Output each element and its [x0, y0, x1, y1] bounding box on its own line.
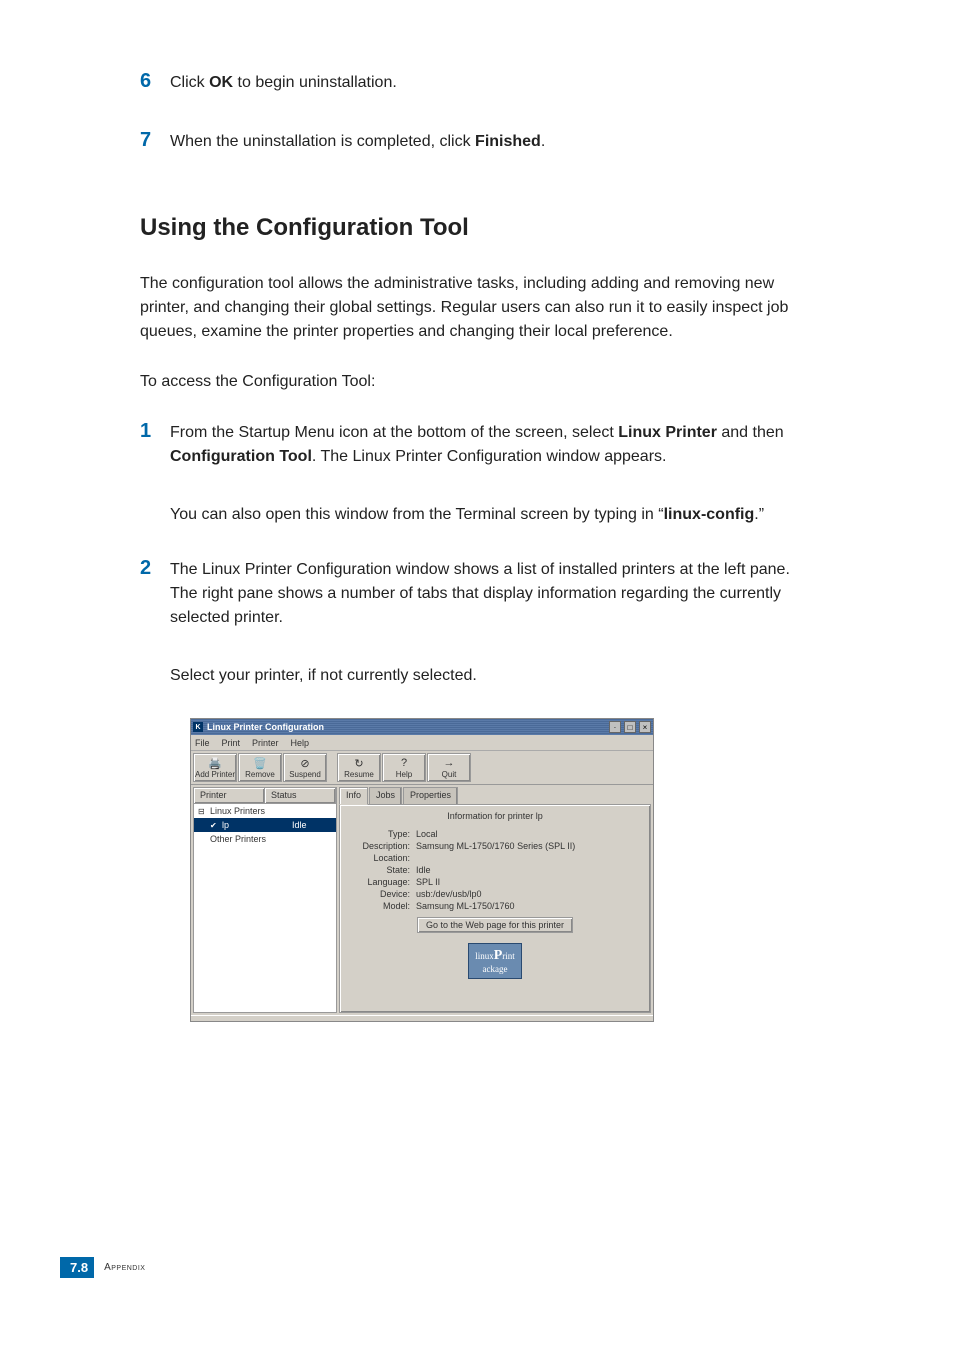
- info-label: Location:: [346, 853, 416, 863]
- step-text: Click OK to begin uninstallation.: [170, 71, 397, 95]
- info-label: Type:: [346, 829, 416, 839]
- printer-tree-pane: PrinterStatus ⊟Linux Printers✔lpIdleOthe…: [193, 787, 337, 1013]
- toolbar-remove-button[interactable]: 🗑️Remove: [238, 753, 282, 782]
- info-heading: Information for printer lp: [346, 811, 644, 821]
- info-label: Language:: [346, 877, 416, 887]
- tab-properties[interactable]: Properties: [403, 787, 458, 805]
- toolbar-resume-button[interactable]: ↻Resume: [337, 753, 381, 782]
- close-button[interactable]: ×: [639, 721, 651, 733]
- info-value: Samsung ML-1750/1760 Series (SPL II): [416, 841, 644, 851]
- tree-header-printer[interactable]: Printer: [194, 788, 265, 803]
- step-text: When the uninstallation is completed, cl…: [170, 130, 545, 154]
- tab-jobs[interactable]: Jobs: [369, 787, 402, 805]
- info-value: SPL II: [416, 877, 644, 887]
- step-number: 6: [140, 70, 170, 93]
- remove-icon: 🗑️: [253, 756, 267, 770]
- tree-row[interactable]: Other Printers: [194, 832, 336, 846]
- add-printer-icon: 🖨️: [208, 756, 222, 770]
- toolbar-help-button[interactable]: ?Help: [382, 753, 426, 782]
- info-value: Local: [416, 829, 644, 839]
- window-title: Linux Printer Configuration: [205, 722, 606, 732]
- page-footer: 7.8 Appendix: [60, 1257, 145, 1278]
- info-label: Model:: [346, 901, 416, 911]
- help-icon: ?: [401, 756, 407, 770]
- linux-printer-config-window: K Linux Printer Configuration · □ × File…: [190, 718, 654, 1022]
- intro-paragraph: The configuration tool allows the admini…: [140, 272, 794, 344]
- step-subtext: Select your printer, if not currently se…: [170, 664, 794, 688]
- tree-expand-icon: ✔: [210, 821, 220, 830]
- minimize-button[interactable]: ·: [609, 721, 621, 733]
- tree-expand-icon: ⊟: [198, 807, 208, 816]
- menu-print[interactable]: Print: [222, 738, 241, 748]
- step-number: 7: [140, 129, 170, 152]
- quit-icon: →: [444, 756, 455, 770]
- info-value: Samsung ML-1750/1760: [416, 901, 644, 911]
- toolbar-suspend-button[interactable]: ⊘Suspend: [283, 753, 327, 782]
- step-number: 2: [140, 557, 170, 580]
- titlebar: K Linux Printer Configuration · □ ×: [191, 719, 653, 735]
- toolbar-quit-button[interactable]: →Quit: [427, 753, 471, 782]
- resume-icon: ↻: [354, 756, 363, 770]
- access-line: To access the Configuration Tool:: [140, 370, 794, 394]
- suspend-icon: ⊘: [300, 756, 309, 770]
- tree-row[interactable]: ✔lpIdle: [194, 818, 336, 832]
- info-value: Idle: [416, 865, 644, 875]
- info-label: State:: [346, 865, 416, 875]
- maximize-button[interactable]: □: [624, 721, 636, 733]
- toolbar-add-printer-button[interactable]: 🖨️Add Printer: [193, 753, 237, 782]
- step-subtext: You can also open this window from the T…: [170, 503, 794, 527]
- info-value: [416, 853, 644, 863]
- tree-row[interactable]: ⊟Linux Printers: [194, 804, 336, 818]
- menu-file[interactable]: File: [195, 738, 210, 748]
- toolbar: 🖨️Add Printer🗑️Remove⊘Suspend ↻Resume?Hel…: [191, 751, 653, 785]
- info-tab-panel: Information for printer lp Type:LocalDes…: [339, 804, 651, 1013]
- menu-printer[interactable]: Printer: [252, 738, 279, 748]
- statusbar: [191, 1015, 653, 1021]
- info-label: Device:: [346, 889, 416, 899]
- linux-print-package-logo: linuxPrintackage: [468, 943, 522, 979]
- info-value: usb:/dev/usb/lp0: [416, 889, 644, 899]
- kde-icon: K: [193, 722, 203, 732]
- web-page-button[interactable]: Go to the Web page for this printer: [417, 917, 573, 933]
- menu-help[interactable]: Help: [291, 738, 310, 748]
- tab-info[interactable]: Info: [339, 787, 368, 805]
- step-text: From the Startup Menu icon at the bottom…: [170, 421, 794, 469]
- section-heading: Using the Configuration Tool: [140, 214, 794, 242]
- step-text: The Linux Printer Configuration window s…: [170, 558, 794, 630]
- tree-header-status[interactable]: Status: [265, 788, 336, 803]
- step-number: 1: [140, 420, 170, 443]
- footer-label: Appendix: [104, 1262, 145, 1273]
- info-label: Description:: [346, 841, 416, 851]
- menubar: File Print Printer Help: [191, 735, 653, 751]
